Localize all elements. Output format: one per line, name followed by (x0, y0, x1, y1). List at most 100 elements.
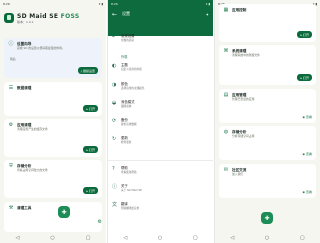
plus-icon: ✚ (264, 214, 270, 222)
card-view-button[interactable]: ◉ 查看 (302, 190, 312, 194)
plus-icon: ✚ (61, 208, 67, 216)
settings-screen: 8:26 ▾ ▮ ← 设置 ✦ ⌁ 常规设置 常规的选项 外观 ◐ 主题 自定义… (107, 0, 213, 243)
card-title: 清理工具 (17, 206, 32, 210)
settings-item-desc: 常规的选项 (121, 39, 134, 42)
status-bar: 8:26 ▾ ▮ (108, 0, 213, 7)
feature-card-d[interactable]: ◍ 存储分析 分析存储空间占用 ◉ 查看 (219, 126, 316, 160)
app-title-foss: FOSS (60, 12, 80, 20)
system-nav-bar: ◁ ○ ▢ (0, 232, 106, 243)
status-icons: ▾ ▮ (205, 1, 210, 6)
adb-icon: ⌁ (112, 34, 116, 40)
settings-item-5[interactable]: ↻ 更新 检查更新 (112, 134, 209, 148)
feature-card-e[interactable]: ✉ 社区交流 加入我们 ◉ 查看 (219, 164, 316, 198)
settings-item-1[interactable]: ◐ 主题 自定义应用的外观 (112, 61, 209, 75)
list-icon: ☰ (8, 85, 14, 91)
card-description: 分析存储空间占用 (232, 134, 255, 138)
about-icon: ⓘ (112, 184, 118, 190)
card-view-button[interactable]: ◉ 查看 (302, 115, 312, 119)
tools-icon: ⚒ (8, 205, 14, 211)
nav-recents-icon[interactable]: ▢ (193, 235, 198, 241)
storage-icon: ◍ (223, 129, 229, 135)
open-icon: ▸ (86, 188, 88, 193)
help-icon: ? (112, 166, 115, 172)
settings-header: 8:26 ▾ ▮ ← 设置 ✦ (108, 0, 213, 36)
settings-item-0[interactable]: ⌁ 常规设置 常规的选项 (112, 32, 209, 46)
download-icon: ⤓ (80, 68, 82, 73)
check-status-card[interactable]: ⓘ 设置向导 完成 SD 的设置以便获取最佳的体验。 稍后 ⤓ 继续设置 (4, 38, 102, 78)
app-title-main: SD Maid SE (17, 12, 59, 20)
card-description: 清理应用产生的缓存文件 (17, 127, 48, 131)
settings-item-4[interactable]: ⟳ 备份 备份应用数据 (112, 116, 209, 130)
feature-card-3[interactable]: ⛨ 存储分析 查看占用空间较大的文件 ▸ 打开 (4, 160, 102, 198)
fab-button[interactable]: ✚ (261, 212, 273, 224)
feature-card-1[interactable]: ☰ 数据清理 ▸ 打开 (4, 82, 102, 116)
app-version: 版本：1.0.1 (17, 19, 34, 24)
nav-recents-icon[interactable]: ▢ (86, 235, 91, 241)
open-icon: ▸ (86, 106, 88, 111)
nav-recents-icon[interactable]: ▢ (300, 235, 305, 241)
settings-item-desc: 关于 SD Maid SE (121, 189, 142, 192)
module-icon: ▦ (223, 7, 229, 13)
settings-item-8[interactable]: 文 翻译 帮助翻译此应用 (112, 200, 209, 214)
translate-icon: 文 (112, 202, 118, 208)
settings-item-desc: 查看使用帮助 (121, 171, 137, 174)
section-header: 外观 (121, 55, 128, 59)
settings-item-desc: 帮助翻译此应用 (121, 207, 140, 210)
terminal-icon: ⌘ (223, 48, 229, 54)
settings-toolbar: ← 设置 ✦ (108, 7, 213, 21)
screenshot-stage: 8:26 ▾ ▮ SD Maid SE FOSS 版本：1.0.1 ⓘ 设置向导… (0, 0, 320, 243)
nav-home-icon[interactable]: ○ (265, 235, 269, 241)
feature-card-a[interactable]: ▦ 应用控制 ▸ 打开 (219, 4, 316, 42)
twitter-icon[interactable]: ✦ (206, 12, 209, 17)
theme-icon: ◑ (112, 82, 117, 88)
backup-icon: ⟳ (112, 118, 117, 124)
card-view-button[interactable]: ◉ 查看 (302, 152, 312, 156)
settings-item-2[interactable]: ◑ 颜色 选择应用的主题颜色 (112, 80, 209, 94)
nav-home-icon[interactable]: ○ (158, 235, 162, 241)
settings-item-desc: 自定义应用的外观 (121, 68, 142, 71)
card-description: 清理系统中的残留文件 (232, 53, 260, 57)
card-open-button[interactable]: ▸ 打开 (83, 105, 98, 112)
feature-card-4[interactable]: ⚒ 清理工具 (4, 202, 102, 232)
card-button-label: 打开 (302, 75, 309, 80)
card-action-label: 稍后 (10, 57, 16, 61)
status-icons: ▾ ▮ (98, 1, 103, 6)
chat-icon: ✉ (223, 167, 229, 173)
eye-icon: ◉ (302, 152, 305, 156)
shield-icon: ⛨ (9, 163, 13, 169)
home-screen: 8:26 ▾ ▮ SD Maid SE FOSS 版本：1.0.1 ⓘ 设置向导… (0, 0, 106, 243)
card-description: 加入我们 (232, 172, 244, 176)
app-bar: SD Maid SE FOSS 版本：1.0.1 (0, 7, 106, 29)
settings-item-3[interactable]: ◒ 深色模式 跟随系统 (112, 98, 209, 112)
back-arrow-icon[interactable]: ← (112, 11, 117, 18)
open-icon: ▸ (86, 147, 88, 152)
app-logo-icon (4, 13, 14, 23)
feature-card-b[interactable]: ⌘ 系统清理 清理系统中的残留文件 ▸ 打开 (219, 45, 316, 85)
color-icon: ◒ (112, 100, 117, 106)
nav-back-icon[interactable]: ◁ (123, 235, 127, 241)
nav-home-icon[interactable]: ○ (50, 235, 54, 241)
card-description: 完成 SD 的设置以便获取最佳的体验。 (17, 46, 65, 50)
fab-button[interactable]: ✚ (58, 206, 70, 218)
card-description: 查看占用空间较大的文件 (17, 168, 48, 172)
feature-card-c[interactable]: ▤ 应用管理 管理已安装的应用 ◉ 查看 (219, 89, 316, 123)
info-icon: ⓘ (8, 41, 14, 47)
card-open-button[interactable]: ▸ 打开 (297, 31, 312, 38)
card-button-label: 查看 (305, 152, 312, 156)
card-open-button[interactable]: ▸ 打开 (83, 187, 98, 194)
feature-card-2[interactable]: ⚙ 应用清理 清理应用产生的缓存文件 ▸ 打开 (4, 119, 102, 157)
hook-icon: ⚙ (8, 122, 14, 128)
card-button-label: 查看 (305, 190, 312, 194)
settings-item-desc: 跟随系统 (121, 105, 132, 108)
card-open-button[interactable]: ▸ 打开 (297, 74, 312, 81)
settings-item-6[interactable]: ? 帮助 查看使用帮助 (112, 164, 209, 178)
nav-back-icon[interactable]: ◁ (16, 235, 20, 241)
card-open-button[interactable]: ▸ 打开 (83, 146, 98, 153)
settings-gear-icon[interactable]: ⚙ (98, 219, 102, 225)
status-time: 8:26 (3, 1, 10, 6)
settings-item-7[interactable]: ⓘ 关于 关于 SD Maid SE (112, 182, 209, 196)
card-primary-button[interactable]: ⤓ 继续设置 (77, 67, 98, 74)
settings-item-desc: 选择应用的主题颜色 (121, 87, 145, 90)
refresh-icon: ↻ (112, 136, 117, 142)
nav-back-icon[interactable]: ◁ (230, 235, 234, 241)
